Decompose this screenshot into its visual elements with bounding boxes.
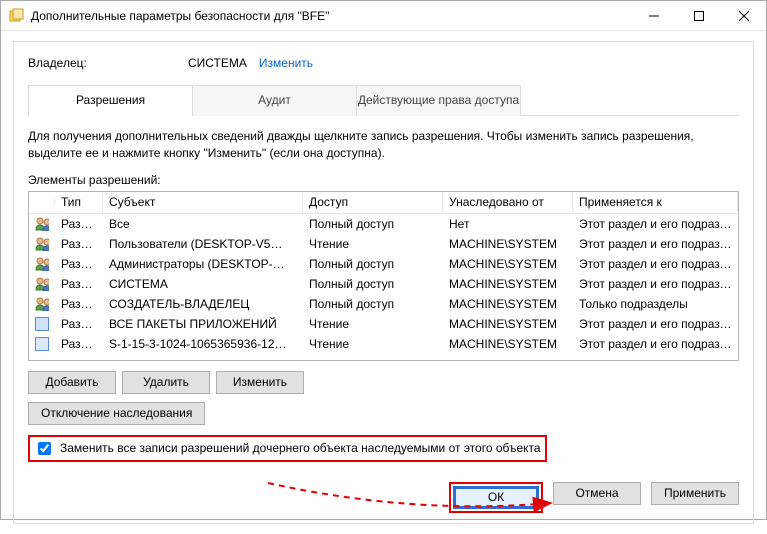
cell-type: Разр…	[55, 255, 103, 273]
ok-highlight: ОК	[449, 482, 543, 513]
maximize-button[interactable]	[676, 1, 721, 30]
cell-access: Полный доступ	[303, 255, 443, 273]
cell-inherited: Нет	[443, 215, 573, 233]
cell-inherited: MACHINE\SYSTEM	[443, 295, 573, 313]
add-button[interactable]: Добавить	[28, 371, 116, 394]
cell-subject: S-1-15-3-1024-1065365936-12…	[103, 335, 303, 353]
table-row[interactable]: Разр…СОЗДАТЕЛЬ-ВЛАДЕЛЕЦПолный доступMACH…	[29, 294, 738, 314]
cell-applies: Этот раздел и его подразделы	[573, 335, 738, 353]
window-icon	[9, 8, 25, 24]
cell-access: Полный доступ	[303, 275, 443, 293]
cell-type: Разр…	[55, 235, 103, 253]
row-buttons: Добавить Удалить Изменить	[28, 371, 739, 394]
list-header: Тип Субъект Доступ Унаследовано от Приме…	[29, 192, 738, 214]
cell-access: Полный доступ	[303, 295, 443, 313]
tab-strip: Разрешения Аудит Действующие права досту…	[28, 84, 739, 116]
disable-inheritance-button[interactable]: Отключение наследования	[28, 402, 205, 425]
remove-button[interactable]: Удалить	[122, 371, 210, 394]
cell-subject: СИСТЕМА	[103, 275, 303, 293]
cell-access: Чтение	[303, 235, 443, 253]
cell-applies: Этот раздел и его подразделы	[573, 275, 738, 293]
close-button[interactable]	[721, 1, 766, 30]
cell-type: Разр…	[55, 335, 103, 353]
table-row[interactable]: Разр…S-1-15-3-1024-1065365936-12…ЧтениеM…	[29, 334, 738, 354]
content: Владелец: СИСТЕМА Изменить Разрешения Ау…	[1, 31, 766, 534]
row-icon	[29, 295, 55, 313]
titlebar: Дополнительные параметры безопасности дл…	[1, 1, 766, 31]
cell-applies: Этот раздел и его подразделы	[573, 215, 738, 233]
dialog-buttons: ОК Отмена Применить	[28, 482, 739, 513]
main-panel: Владелец: СИСТЕМА Изменить Разрешения Ау…	[13, 41, 754, 524]
owner-label: Владелец:	[28, 56, 188, 70]
replace-child-checkbox[interactable]	[38, 442, 51, 455]
cell-access: Чтение	[303, 315, 443, 333]
col-type[interactable]: Тип	[55, 192, 103, 212]
row-icon	[29, 255, 55, 273]
col-icon[interactable]	[29, 199, 55, 205]
cell-applies: Этот раздел и его подразделы	[573, 235, 738, 253]
apply-button[interactable]: Применить	[651, 482, 739, 505]
cell-inherited: MACHINE\SYSTEM	[443, 275, 573, 293]
cell-inherited: MACHINE\SYSTEM	[443, 255, 573, 273]
cell-applies: Только подразделы	[573, 295, 738, 313]
disable-inheritance-row: Отключение наследования	[28, 402, 739, 425]
row-icon	[29, 275, 55, 293]
replace-child-label: Заменить все записи разрешений дочернего…	[60, 441, 541, 455]
minimize-button[interactable]	[631, 1, 676, 30]
cell-applies: Этот раздел и его подразделы	[573, 255, 738, 273]
col-subject[interactable]: Субъект	[103, 192, 303, 212]
tab-effective-access[interactable]: Действующие права доступа	[356, 85, 521, 116]
cell-type: Разр…	[55, 295, 103, 313]
table-row[interactable]: Разр…ВСЕ ПАКЕТЫ ПРИЛОЖЕНИЙЧтениеMACHINE\…	[29, 314, 738, 334]
table-row[interactable]: Разр…Пользователи (DESKTOP-V5…ЧтениеMACH…	[29, 234, 738, 254]
col-inherited[interactable]: Унаследовано от	[443, 192, 573, 212]
cell-subject: ВСЕ ПАКЕТЫ ПРИЛОЖЕНИЙ	[103, 315, 303, 333]
cell-subject: СОЗДАТЕЛЬ-ВЛАДЕЛЕЦ	[103, 295, 303, 313]
tab-permissions[interactable]: Разрешения	[28, 85, 193, 116]
replace-child-row: Заменить все записи разрешений дочернего…	[28, 435, 739, 462]
row-icon	[29, 235, 55, 253]
col-applies[interactable]: Применяется к	[573, 192, 738, 212]
ok-button[interactable]: ОК	[455, 488, 537, 507]
security-window: Дополнительные параметры безопасности дл…	[0, 0, 767, 520]
edit-button[interactable]: Изменить	[216, 371, 304, 394]
table-row[interactable]: Разр…СИСТЕМАПолный доступMACHINE\SYSTEMЭ…	[29, 274, 738, 294]
owner-value: СИСТЕМА	[188, 56, 247, 70]
rows-container: Разр…ВсеПолный доступНетЭтот раздел и ег…	[29, 214, 738, 354]
cell-type: Разр…	[55, 215, 103, 233]
owner-change-link[interactable]: Изменить	[259, 56, 313, 70]
cancel-button[interactable]: Отмена	[553, 482, 641, 505]
description-text: Для получения дополнительных сведений дв…	[28, 128, 739, 163]
table-row[interactable]: Разр…ВсеПолный доступНетЭтот раздел и ег…	[29, 214, 738, 234]
cell-subject: Все	[103, 215, 303, 233]
tab-audit[interactable]: Аудит	[192, 85, 357, 116]
cell-subject: Администраторы (DESKTOP-…	[103, 255, 303, 273]
cell-access: Полный доступ	[303, 215, 443, 233]
cell-type: Разр…	[55, 315, 103, 333]
owner-row: Владелец: СИСТЕМА Изменить	[28, 56, 739, 70]
cell-inherited: MACHINE\SYSTEM	[443, 335, 573, 353]
cell-inherited: MACHINE\SYSTEM	[443, 315, 573, 333]
cell-type: Разр…	[55, 275, 103, 293]
row-icon	[29, 335, 55, 353]
table-row[interactable]: Разр…Администраторы (DESKTOP-…Полный дос…	[29, 254, 738, 274]
cell-applies: Этот раздел и его подразделы	[573, 315, 738, 333]
permissions-list[interactable]: Тип Субъект Доступ Унаследовано от Приме…	[28, 191, 739, 361]
cell-access: Чтение	[303, 335, 443, 353]
col-access[interactable]: Доступ	[303, 192, 443, 212]
row-icon	[29, 215, 55, 233]
row-icon	[29, 315, 55, 333]
highlight-box: Заменить все записи разрешений дочернего…	[28, 435, 547, 462]
window-title: Дополнительные параметры безопасности дл…	[31, 9, 631, 23]
list-label: Элементы разрешений:	[28, 173, 739, 187]
cell-subject: Пользователи (DESKTOP-V5…	[103, 235, 303, 253]
cell-inherited: MACHINE\SYSTEM	[443, 235, 573, 253]
